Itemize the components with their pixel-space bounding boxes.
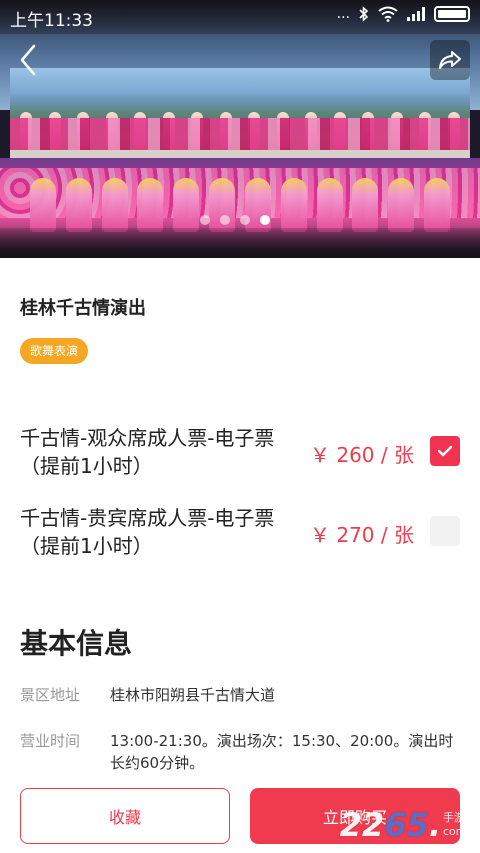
- signal-icon: [407, 7, 425, 21]
- audience-silhouette: [0, 228, 480, 258]
- ticket-option[interactable]: 千古情-贵宾席成人票-电子票（提前1小时） ￥ 270 / 张: [20, 504, 460, 564]
- status-bar: 上午11:33 ...: [0, 0, 480, 34]
- ticket-option[interactable]: 千古情-观众席成人票-电子票（提前1小时） ￥ 260 / 张: [20, 424, 460, 484]
- carousel-dot[interactable]: [200, 215, 210, 225]
- buy-now-button[interactable]: 立即购买: [250, 788, 460, 844]
- status-time: 上午11:33: [10, 11, 93, 31]
- info-value: 13:00-21:30。演出场次：15:30、20:00。演出时长约60分钟。: [110, 732, 454, 772]
- bluetooth-icon: [359, 6, 369, 22]
- ticket-price: ￥ 260 / 张: [310, 443, 414, 467]
- carousel-dot[interactable]: [240, 215, 250, 225]
- ticket-name: 千古情-观众席成人票-电子票（提前1小时）: [20, 426, 275, 478]
- category-tag: 歌舞表演: [20, 338, 89, 364]
- carousel-dot-active[interactable]: [260, 215, 270, 225]
- stage-flowers-upper: [10, 118, 470, 152]
- info-label: 营业时间: [20, 732, 81, 750]
- share-icon: [439, 51, 461, 69]
- wifi-icon: [378, 6, 398, 22]
- chevron-left-icon: [20, 44, 36, 76]
- ticket-checkbox-unchecked[interactable]: [430, 516, 460, 546]
- battery-icon: [434, 6, 470, 22]
- more-dots-icon: ...: [336, 6, 350, 22]
- carousel-dot[interactable]: [220, 215, 230, 225]
- ticket-price: ￥ 270 / 张: [310, 523, 414, 547]
- share-button[interactable]: [430, 40, 470, 80]
- carousel-indicator: [200, 215, 270, 225]
- info-label: 景区地址: [20, 686, 81, 704]
- product-title: 桂林千古情演出: [20, 298, 146, 319]
- bottom-action-bar: 收藏 立即购买: [0, 780, 480, 853]
- status-icons: ...: [337, 6, 470, 22]
- basic-info-heading: 基本信息: [20, 627, 133, 660]
- stage-bridge: [10, 150, 470, 158]
- checkmark-icon: [437, 445, 453, 457]
- ticket-checkbox-checked[interactable]: [430, 436, 460, 466]
- hero-image[interactable]: [0, 0, 480, 258]
- ticket-name: 千古情-贵宾席成人票-电子票（提前1小时）: [20, 506, 275, 558]
- info-value: 桂林市阳朔县千古情大道: [110, 686, 276, 704]
- back-button[interactable]: [14, 42, 44, 78]
- favorite-button[interactable]: 收藏: [20, 788, 230, 844]
